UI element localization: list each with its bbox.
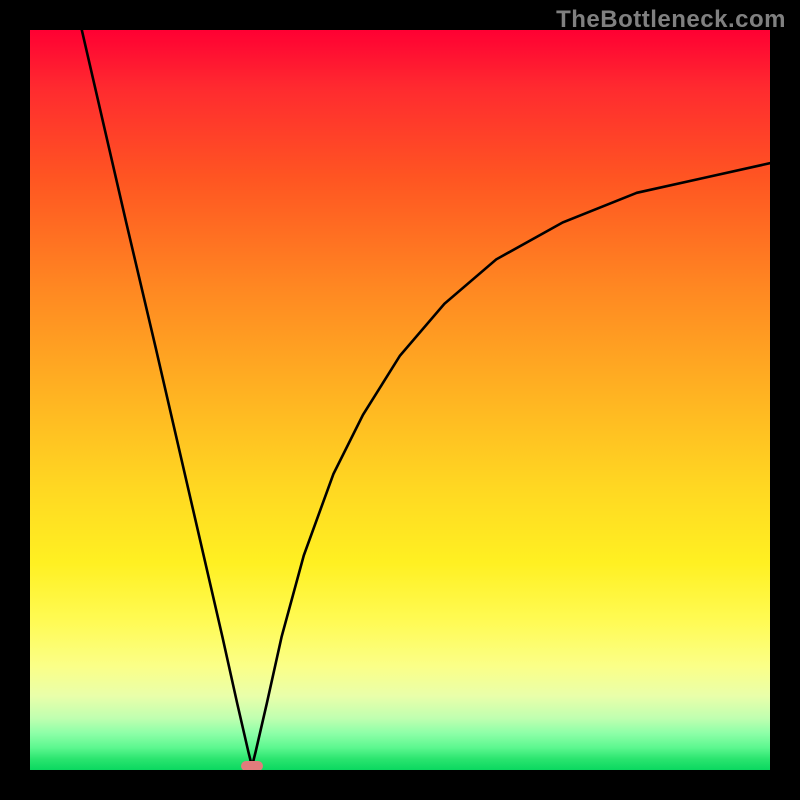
plot-area <box>30 30 770 770</box>
chart-container: TheBottleneck.com <box>0 0 800 800</box>
bottleneck-curve <box>82 30 770 766</box>
curve-svg <box>30 30 770 770</box>
minimum-marker <box>241 761 263 770</box>
watermark-text: TheBottleneck.com <box>556 6 786 34</box>
